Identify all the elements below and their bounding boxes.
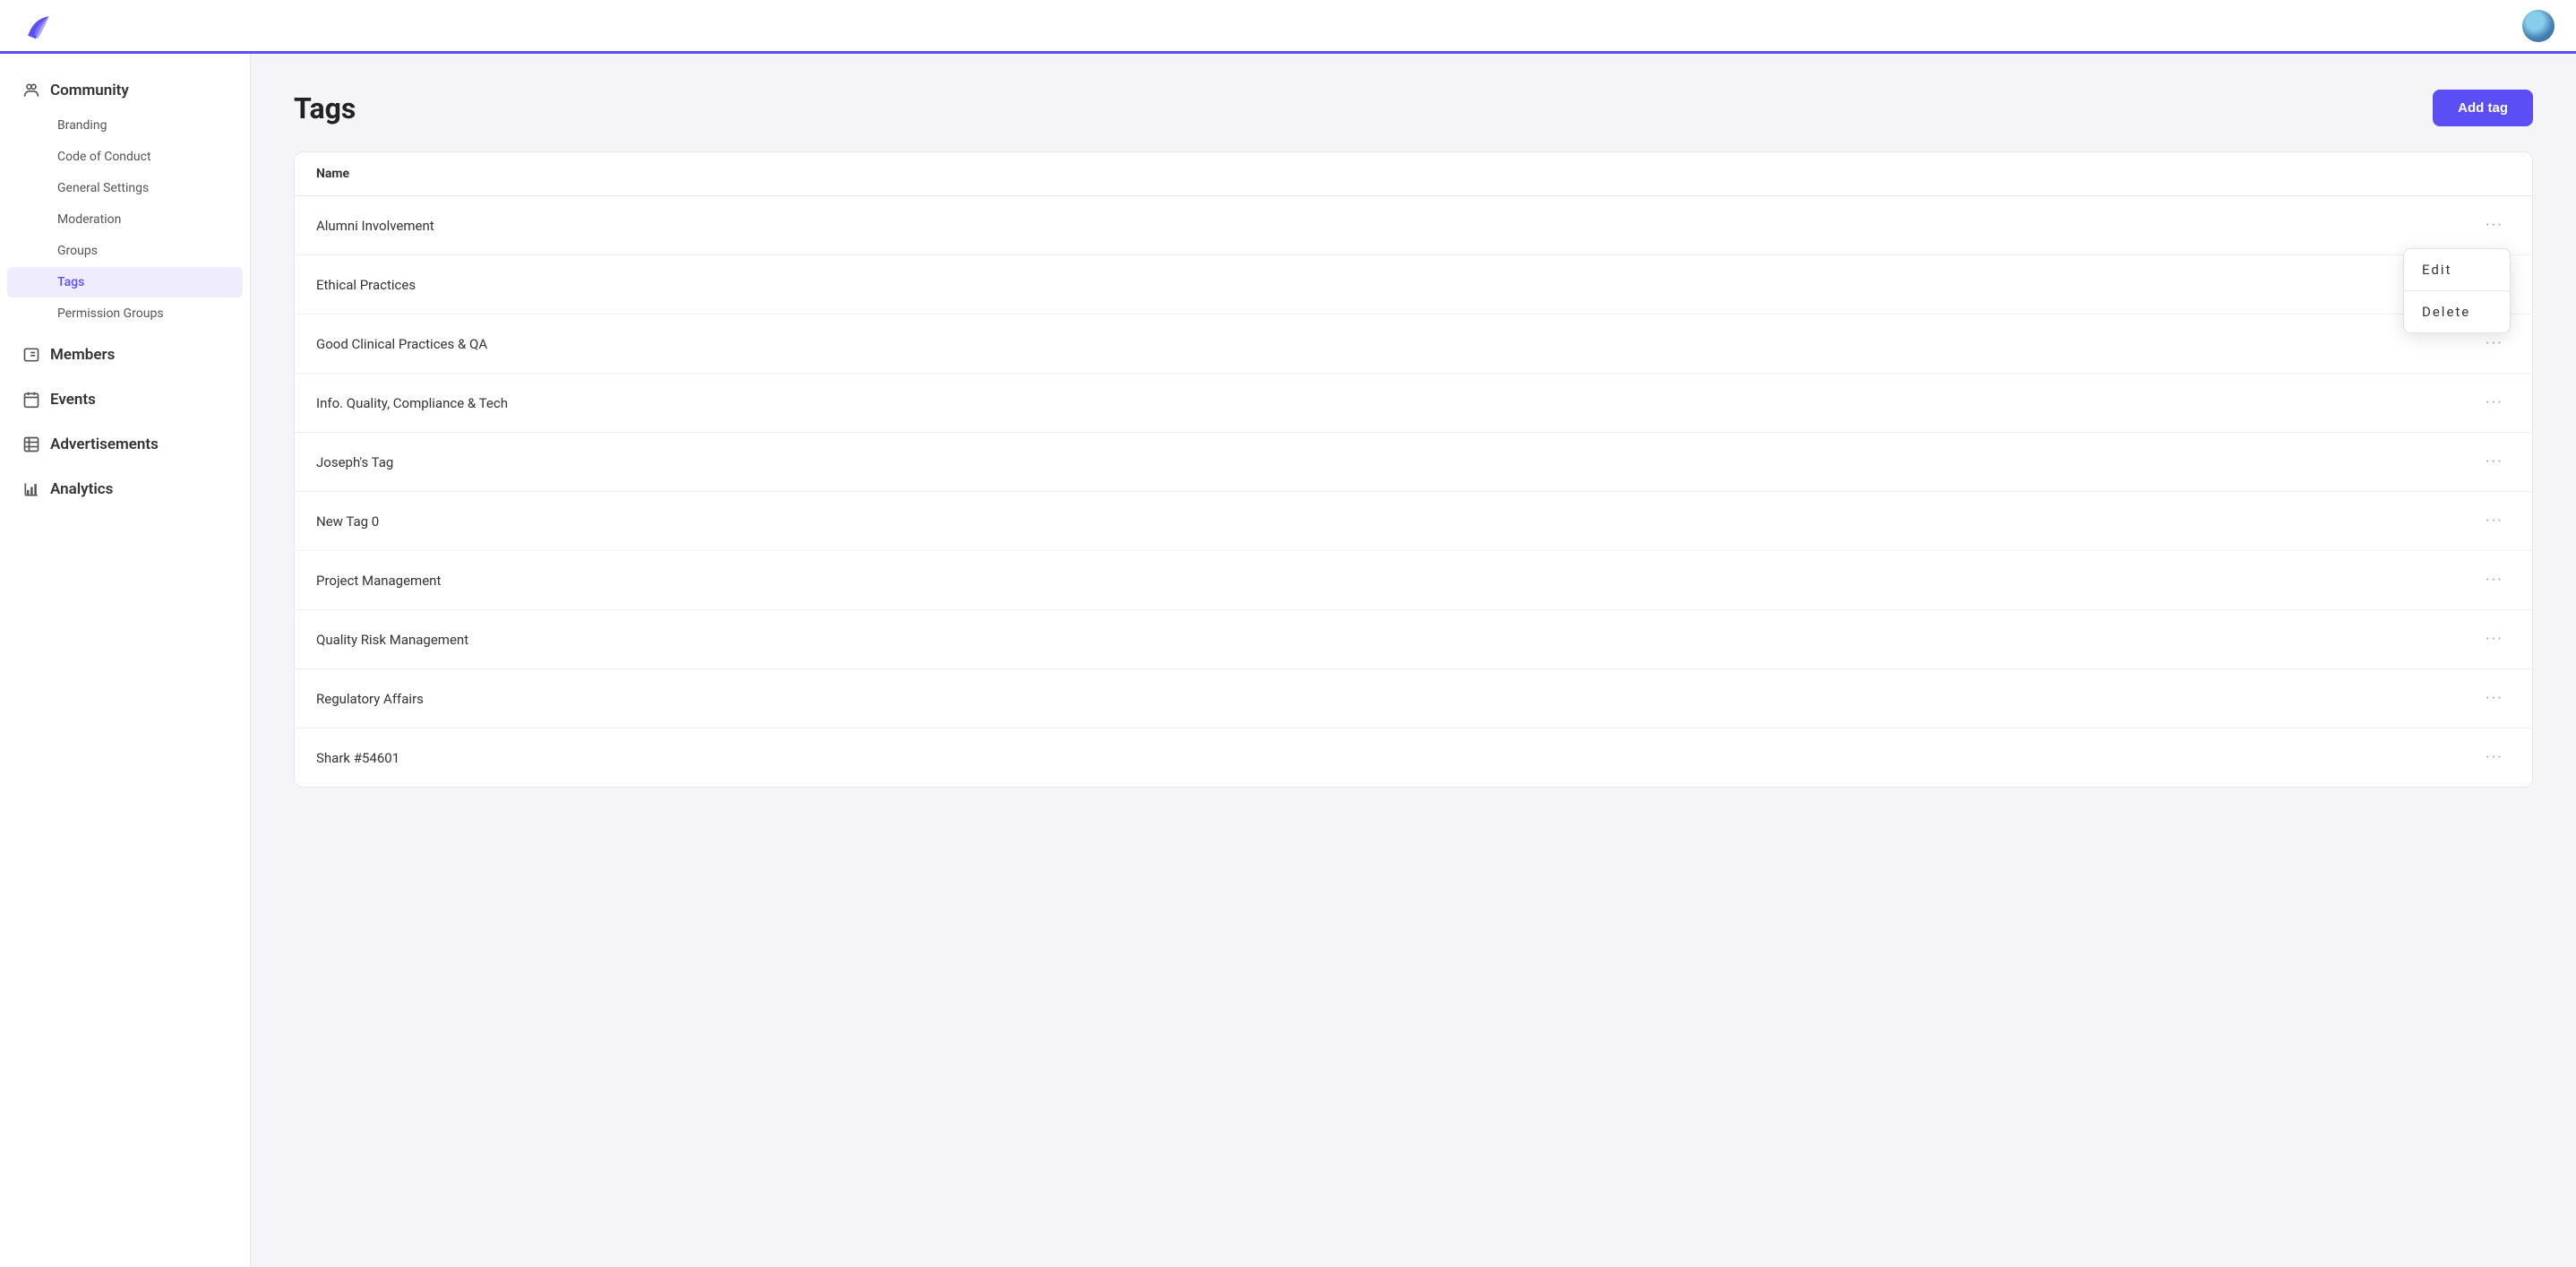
ellipsis-icon: ··· bbox=[2486, 630, 2503, 649]
events-icon bbox=[21, 390, 41, 409]
ellipsis-icon: ··· bbox=[2486, 334, 2503, 353]
ellipsis-icon: ··· bbox=[2486, 216, 2503, 235]
tag-name: Alumni Involvement bbox=[316, 218, 434, 234]
logo-container bbox=[21, 10, 54, 42]
sidebar-sub-item-branding[interactable]: Branding bbox=[7, 110, 243, 141]
tag-name: Project Management bbox=[316, 573, 441, 589]
table-column-header: Name bbox=[295, 152, 2532, 196]
row-actions-button[interactable]: ··· bbox=[2478, 626, 2511, 652]
community-label: Community bbox=[50, 82, 129, 99]
avatar[interactable] bbox=[2522, 10, 2555, 42]
row-actions-button[interactable]: ··· bbox=[2478, 508, 2511, 534]
sidebar-sub-item-code-of-conduct[interactable]: Code of Conduct bbox=[7, 142, 243, 172]
page-header: Tags Add tag bbox=[294, 90, 2533, 126]
table-row: Alumni Involvement ··· Edit Delete bbox=[295, 196, 2532, 255]
table-row: Info. Quality, Compliance & Tech ··· bbox=[295, 374, 2532, 433]
events-label: Events bbox=[50, 391, 96, 409]
table-row: Ethical Practices ··· bbox=[295, 255, 2532, 315]
row-actions-button[interactable]: ··· bbox=[2478, 331, 2511, 357]
ellipsis-icon: ··· bbox=[2486, 571, 2503, 590]
row-actions-button[interactable]: ··· bbox=[2478, 685, 2511, 711]
table-row: Quality Risk Management ··· bbox=[295, 610, 2532, 669]
row-actions-button[interactable]: ··· bbox=[2478, 390, 2511, 416]
add-tag-button[interactable]: Add tag bbox=[2433, 90, 2533, 126]
advertisements-icon bbox=[21, 435, 41, 454]
row-actions-button[interactable]: ··· Edit Delete bbox=[2478, 212, 2511, 238]
table-row: Project Management ··· bbox=[295, 551, 2532, 610]
logo-icon bbox=[21, 10, 54, 42]
row-actions-button[interactable]: ··· bbox=[2478, 567, 2511, 593]
ellipsis-icon: ··· bbox=[2486, 689, 2503, 708]
tag-name: Shark #54601 bbox=[316, 750, 399, 766]
sidebar-item-analytics[interactable]: Analytics bbox=[0, 470, 250, 508]
sidebar-sub-item-general-settings[interactable]: General Settings bbox=[7, 173, 243, 203]
sidebar-item-community[interactable]: Community bbox=[0, 72, 250, 109]
sidebar-item-members[interactable]: Members bbox=[0, 336, 250, 374]
sidebar-sub-item-tags[interactable]: Tags bbox=[7, 267, 243, 297]
row-actions-button[interactable]: ··· bbox=[2478, 745, 2511, 771]
sidebar-section-members: Members bbox=[0, 336, 250, 374]
sidebar-item-advertisements[interactable]: Advertisements bbox=[0, 426, 250, 463]
main-layout: Community Branding Code of Conduct Gener… bbox=[0, 54, 2576, 1267]
row-actions-button[interactable]: ··· bbox=[2478, 449, 2511, 475]
ellipsis-icon: ··· bbox=[2486, 512, 2503, 530]
table-row: Joseph's Tag ··· bbox=[295, 433, 2532, 492]
sidebar-section-community: Community Branding Code of Conduct Gener… bbox=[0, 72, 250, 329]
context-menu: Edit Delete bbox=[2403, 248, 2511, 333]
sidebar-section-events: Events bbox=[0, 381, 250, 418]
tag-name: Joseph's Tag bbox=[316, 454, 393, 470]
ellipsis-icon: ··· bbox=[2486, 393, 2503, 412]
sidebar-section-advertisements: Advertisements bbox=[0, 426, 250, 463]
tag-name: Good Clinical Practices & QA bbox=[316, 336, 487, 352]
sidebar-sub-item-moderation[interactable]: Moderation bbox=[7, 204, 243, 235]
table-row: Shark #54601 ··· bbox=[295, 728, 2532, 787]
table-row: New Tag 0 ··· bbox=[295, 492, 2532, 551]
page-title: Tags bbox=[294, 91, 356, 125]
app-header bbox=[0, 0, 2576, 54]
community-icon bbox=[21, 81, 41, 100]
advertisements-label: Advertisements bbox=[50, 435, 159, 453]
tag-name: Regulatory Affairs bbox=[316, 691, 424, 707]
tags-table: Name Alumni Involvement ··· Edit Delete … bbox=[294, 151, 2533, 788]
analytics-icon bbox=[21, 479, 41, 499]
main-content: Tags Add tag Name Alumni Involvement ···… bbox=[251, 54, 2576, 1267]
tag-name: Ethical Practices bbox=[316, 277, 416, 293]
sidebar-section-analytics: Analytics bbox=[0, 470, 250, 508]
context-menu-delete[interactable]: Delete bbox=[2404, 291, 2510, 332]
ellipsis-icon: ··· bbox=[2486, 452, 2503, 471]
analytics-label: Analytics bbox=[50, 480, 113, 498]
table-row: Good Clinical Practices & QA ··· bbox=[295, 315, 2532, 374]
avatar-image bbox=[2522, 10, 2555, 42]
members-icon bbox=[21, 345, 41, 365]
tag-name: New Tag 0 bbox=[316, 513, 379, 530]
ellipsis-icon: ··· bbox=[2486, 748, 2503, 767]
tag-name: Quality Risk Management bbox=[316, 632, 468, 648]
tag-name: Info. Quality, Compliance & Tech bbox=[316, 395, 508, 411]
members-label: Members bbox=[50, 346, 115, 364]
sidebar-sub-item-groups[interactable]: Groups bbox=[7, 236, 243, 266]
table-row: Regulatory Affairs ··· bbox=[295, 669, 2532, 728]
context-menu-edit[interactable]: Edit bbox=[2404, 249, 2510, 290]
sidebar: Community Branding Code of Conduct Gener… bbox=[0, 54, 251, 1267]
sidebar-item-events[interactable]: Events bbox=[0, 381, 250, 418]
sidebar-sub-item-permission-groups[interactable]: Permission Groups bbox=[7, 298, 243, 329]
